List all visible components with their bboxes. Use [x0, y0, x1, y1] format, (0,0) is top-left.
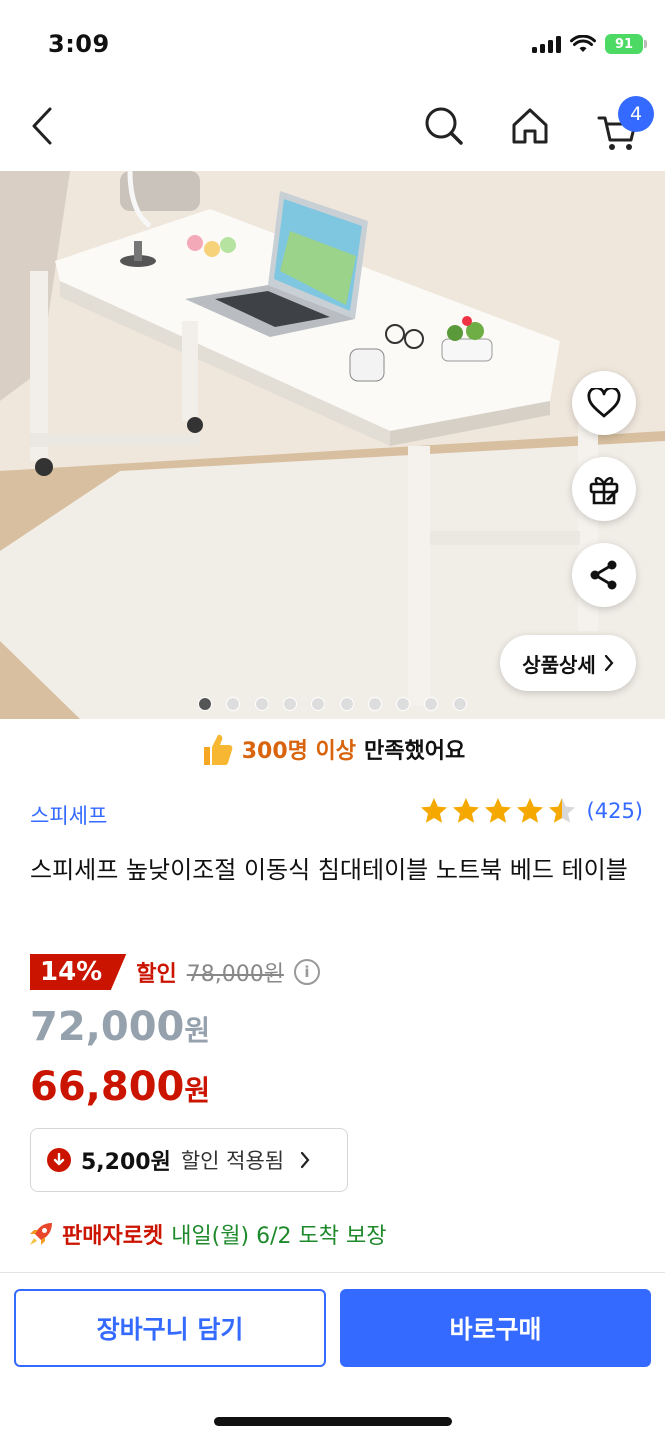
gallery-dot[interactable]: [424, 697, 439, 711]
star-rating: [419, 796, 577, 826]
chevron-right-icon: [301, 1151, 310, 1169]
chevron-right-icon: [604, 654, 614, 672]
signal-icon: [532, 35, 561, 53]
thumbs-up-icon: [203, 734, 233, 765]
wifi-icon: [570, 34, 596, 52]
rating-summary[interactable]: (425): [419, 796, 643, 826]
star-icon: [548, 798, 575, 823]
final-price: 66,800원: [30, 1064, 210, 1110]
home-icon: [512, 108, 548, 144]
discount-row: 14% 할인 78,000원 i: [30, 954, 320, 990]
search-icon: [425, 107, 463, 145]
gallery-dot[interactable]: [339, 697, 354, 711]
gallery-dot[interactable]: [198, 697, 212, 711]
share-icon: [590, 560, 617, 590]
home-button[interactable]: [502, 90, 558, 162]
home-indicator: [214, 1417, 452, 1426]
battery-icon: 91: [605, 34, 647, 54]
share-button[interactable]: [572, 543, 636, 607]
gift-icon: [589, 477, 619, 505]
status-icons: 91: [532, 34, 647, 54]
search-button[interactable]: [416, 90, 472, 162]
heart-icon: [587, 388, 621, 418]
star-icon: [452, 798, 479, 823]
discount-label: 할인: [136, 962, 177, 987]
satisfaction-text: 만족했어요: [364, 739, 466, 764]
delivery-info: 판매자로켓 내일(월) 6/2 도착 보장: [28, 1218, 386, 1250]
battery-level: 91: [614, 36, 634, 52]
product-detail-button[interactable]: 상품상세: [500, 635, 636, 691]
back-icon: [32, 107, 52, 145]
sale-price: 72,000원: [30, 1004, 210, 1050]
rocket-icon: [30, 1223, 52, 1245]
wishlist-button[interactable]: [572, 371, 636, 435]
info-icon[interactable]: i: [293, 959, 320, 985]
delivery-date: 내일(월) 6/2 도착 보장: [171, 1224, 387, 1249]
cart-button[interactable]: 4: [590, 90, 660, 162]
review-count: (425): [586, 799, 643, 823]
discount-rate-badge: 14%: [30, 954, 127, 990]
satisfaction-count: 300명 이상: [241, 739, 357, 764]
final-price-value: 66,800: [30, 1064, 185, 1110]
gift-button[interactable]: [572, 457, 636, 521]
final-price-currency: 원: [184, 1074, 211, 1107]
bottom-action-bar: 장바구니 담기 바로구매: [0, 1272, 665, 1440]
status-bar: 3:09 91: [0, 0, 665, 90]
gallery-dots: [0, 697, 665, 711]
satisfaction-banner: 300명 이상 만족했어요: [0, 724, 665, 774]
cart-count-badge: 4: [618, 96, 654, 132]
product-detail-label: 상품상세: [522, 652, 596, 677]
sale-price-currency: 원: [184, 1014, 211, 1047]
nav-bar: 4: [0, 90, 665, 170]
coupon-text: 할인 적용됨: [180, 1149, 285, 1173]
gallery-dot[interactable]: [282, 697, 297, 711]
back-button[interactable]: [14, 90, 70, 162]
product-image-gallery[interactable]: 상품상세: [0, 171, 665, 719]
star-icon: [420, 798, 447, 823]
star-icon: [484, 798, 511, 823]
star-icon: [516, 798, 543, 823]
gallery-dot[interactable]: [396, 697, 411, 711]
add-to-cart-button[interactable]: 장바구니 담기: [14, 1289, 326, 1367]
gallery-dot[interactable]: [254, 697, 269, 711]
gallery-dot[interactable]: [226, 697, 241, 711]
buy-now-button[interactable]: 바로구매: [340, 1289, 651, 1367]
coupon-discount-button[interactable]: 5,200원 할인 적용됨: [30, 1128, 348, 1192]
coupon-down-icon: [47, 1148, 71, 1172]
product-title: 스피세프 높낮이조절 이동식 침대테이블 노트북 베드 테이블: [30, 856, 628, 884]
gallery-dot[interactable]: [311, 697, 326, 711]
gallery-dot[interactable]: [367, 697, 382, 711]
rocket-badge: 판매자로켓: [62, 1224, 164, 1249]
status-time: 3:09: [48, 30, 110, 58]
sale-price-value: 72,000: [30, 1004, 185, 1050]
gallery-dot[interactable]: [452, 697, 467, 711]
coupon-amount: 5,200원: [81, 1150, 171, 1175]
original-price: 78,000원: [186, 962, 284, 987]
brand-link[interactable]: 스피세프: [30, 800, 107, 830]
